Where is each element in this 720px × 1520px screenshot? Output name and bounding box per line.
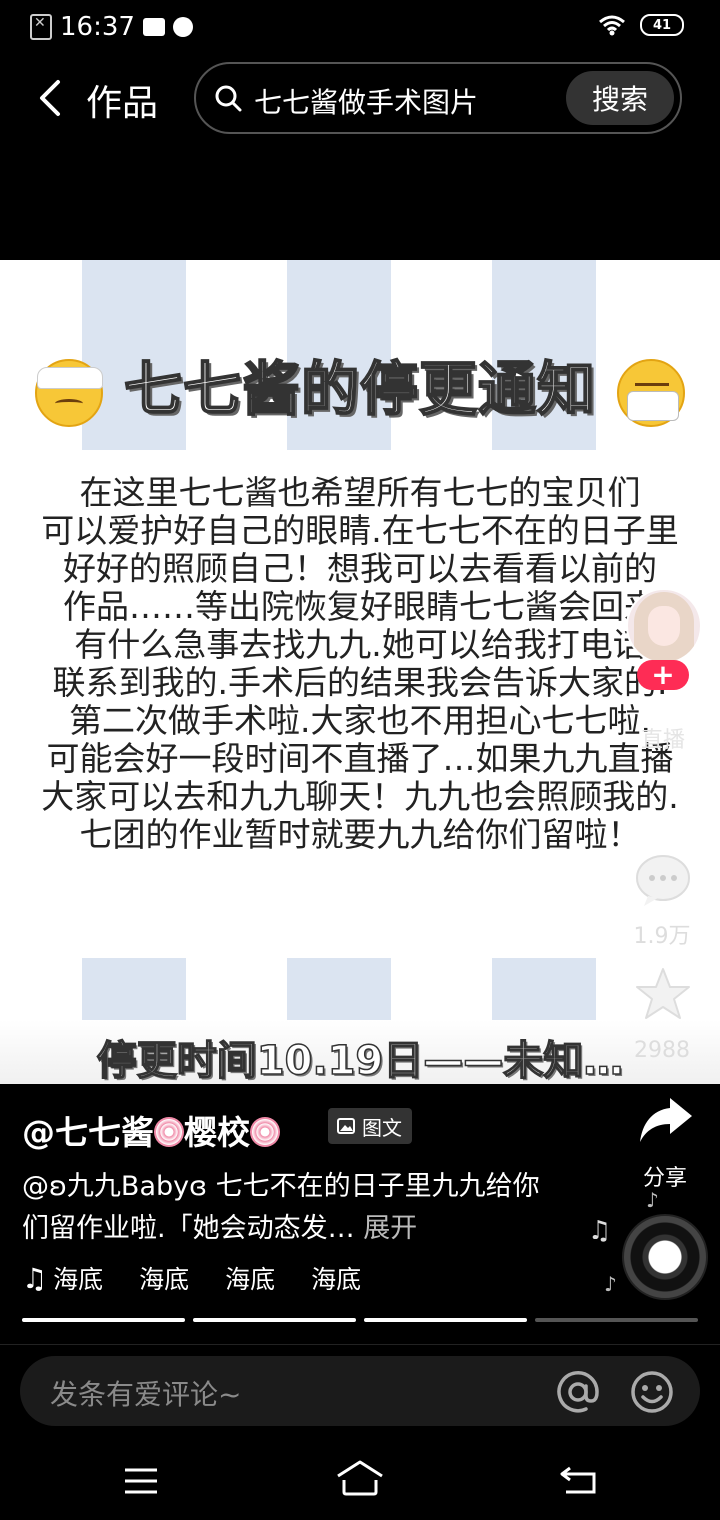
- comment-count: 1.9万: [633, 924, 691, 949]
- sim-icon: [30, 14, 52, 40]
- search-query: 七七酱做手术图片: [254, 86, 479, 119]
- image-icon: [337, 1118, 355, 1134]
- search-icon: [215, 85, 242, 112]
- wifi-icon: [599, 15, 625, 36]
- music-note-icon: ♫: [22, 1261, 48, 1295]
- expand-link[interactable]: 展开: [363, 1213, 417, 1244]
- notice-line: 有什么急事去找九九.她可以给我打电话: [74, 625, 646, 664]
- status-left: 16:37: [30, 12, 193, 42]
- post-image[interactable]: 七七酱的停更通知 在这里七七酱也希望所有七七的宝贝们 可以爱护好自己的眼睛.在七…: [0, 260, 720, 1084]
- music-title: 海底: [139, 1265, 190, 1294]
- status-bar: 16:37 41: [0, 0, 720, 58]
- headline-text: 七七酱的停更通知: [123, 354, 596, 424]
- description-text: @ʚ九九Babyɞ 七七不在的日子里九九给你们留作业啦.「她会动态发…: [22, 1171, 540, 1244]
- divider: [0, 1344, 720, 1345]
- progress-segment: [193, 1318, 356, 1322]
- notice-line: 联系到我的.手术后的结果我会告诉大家的.: [52, 663, 668, 702]
- mask-face-icon: [617, 358, 686, 427]
- status-time: 16:37: [60, 12, 135, 42]
- battery-icon: 41: [640, 14, 684, 36]
- notice-line: 可能会好一段时间不直播了…如果九九直播: [46, 739, 674, 778]
- status-right: 41: [598, 14, 684, 36]
- page-title: 作品: [86, 83, 159, 124]
- message-icon: [142, 18, 165, 36]
- bandaged-face-icon: [34, 358, 103, 427]
- notice-line: 大家可以去和九九聊天！九九也会照顾我的.: [41, 777, 679, 816]
- floating-note-icon: ♪: [604, 1272, 617, 1296]
- system-nav-bar: [0, 1440, 720, 1520]
- favorite-star-icon[interactable]: [634, 966, 692, 1024]
- favorite-count: 2988: [634, 1038, 690, 1063]
- comment-icon[interactable]: [634, 852, 692, 908]
- candy-icon: [250, 1117, 280, 1147]
- author-name-prefix: @七七酱: [22, 1113, 154, 1152]
- share-icon[interactable]: [636, 1094, 696, 1146]
- emoji-icon[interactable]: [630, 1370, 674, 1414]
- top-bar: 作品 七七酱做手术图片 搜索: [0, 62, 720, 136]
- post-type-label: 图文: [362, 1115, 402, 1140]
- music-marquee[interactable]: ♫ 海底 海底 海底 海底: [22, 1260, 361, 1296]
- post-type-badge: 图文: [328, 1108, 412, 1144]
- share-label[interactable]: 分享: [630, 1160, 700, 1192]
- stop-date-caption: 停更时间10.19日——未知…: [96, 1037, 624, 1084]
- back-button[interactable]: [34, 78, 70, 118]
- music-title: 海底: [311, 1265, 362, 1294]
- author-name[interactable]: @七七酱 樱校: [22, 1106, 280, 1154]
- comment-placeholder: 发条有爱评论~: [50, 1378, 242, 1411]
- candy-icon: [154, 1117, 184, 1147]
- home-icon[interactable]: [336, 1460, 384, 1496]
- avatar-face: [648, 606, 680, 646]
- post-description[interactable]: @ʚ九九Babyɞ 七七不在的日子里九九给你们留作业啦.「她会动态发… 展开: [22, 1166, 562, 1250]
- progress-segment: [22, 1318, 185, 1322]
- return-icon[interactable]: [560, 1464, 598, 1494]
- notice-line: 作品……等出院恢复好眼睛七七酱会回来: [63, 587, 657, 626]
- floating-note-icon: ♫: [588, 1216, 612, 1246]
- comment-input[interactable]: 发条有爱评论~: [20, 1356, 700, 1426]
- notice-line: 好好的照顾自己！想我可以去看看以前的: [63, 549, 657, 588]
- notice-line: 第二次做手术啦.大家也不用担心七七啦.: [69, 701, 651, 740]
- progress-segment: [364, 1318, 527, 1322]
- search-input[interactable]: 七七酱做手术图片 搜索: [194, 62, 682, 134]
- music-title: 海底: [53, 1265, 104, 1294]
- menu-icon[interactable]: [124, 1468, 158, 1494]
- author-name-middle: 樱校: [184, 1113, 250, 1152]
- notice-line: 可以爱护好自己的眼睛.在七七不在的日子里: [41, 511, 679, 550]
- progress-segment: [535, 1318, 698, 1322]
- post-headline: 七七酱的停更通知: [0, 342, 720, 427]
- follow-button[interactable]: +: [637, 660, 689, 690]
- floating-note-icon: ♪: [646, 1188, 659, 1212]
- notice-line: 在这里七七酱也希望所有七七的宝贝们: [79, 473, 641, 512]
- live-label[interactable]: 直播: [636, 728, 690, 754]
- notice-line: 七团的作业暂时就要九九给你们留啦！: [79, 815, 641, 854]
- image-progress: [22, 1318, 698, 1322]
- music-disc[interactable]: [622, 1214, 708, 1300]
- music-title: 海底: [225, 1265, 276, 1294]
- mention-icon[interactable]: [556, 1370, 600, 1414]
- app-notification-icon: [172, 17, 193, 37]
- search-button[interactable]: 搜索: [566, 71, 674, 125]
- author-avatar[interactable]: [626, 588, 702, 664]
